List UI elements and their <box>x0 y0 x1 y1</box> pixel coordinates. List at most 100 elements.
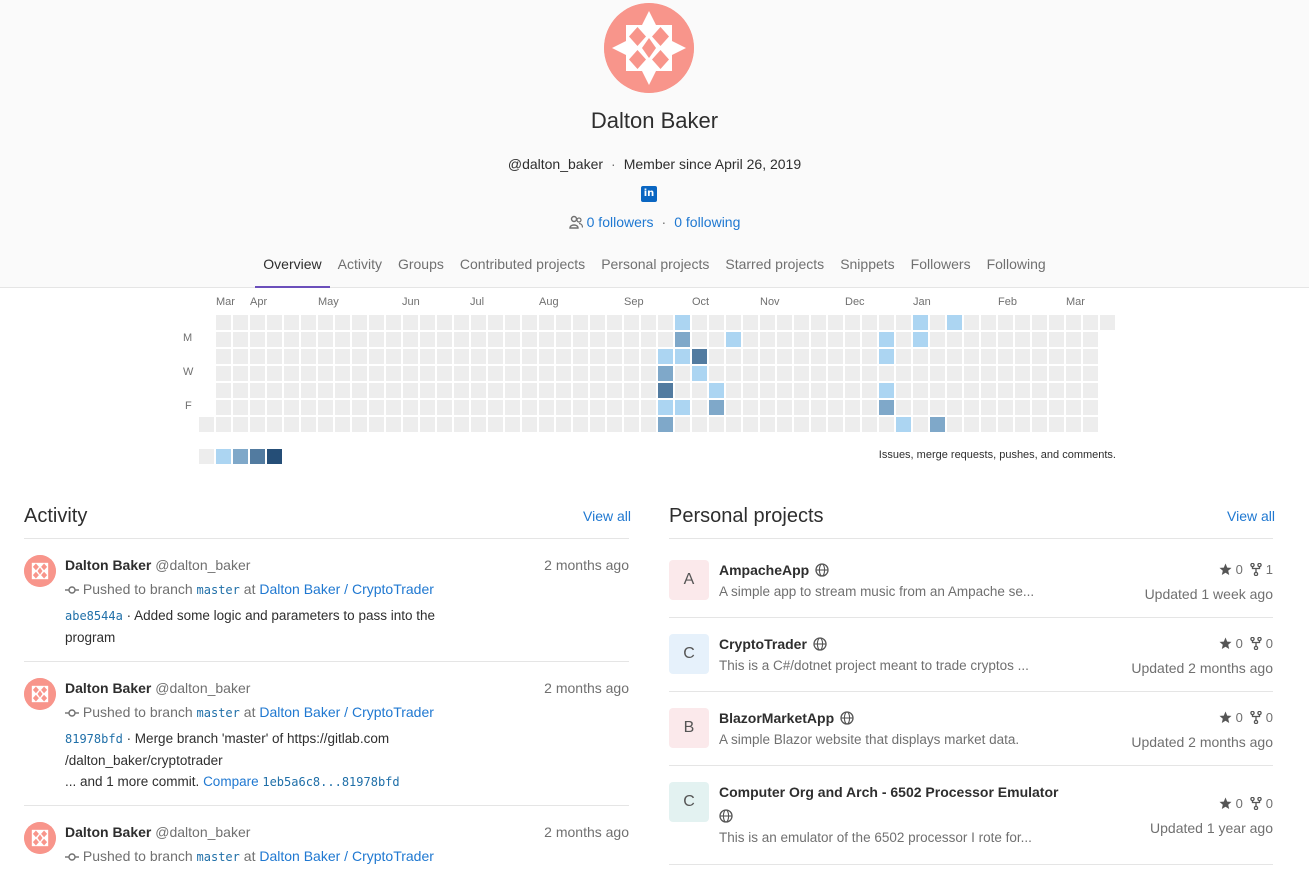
calendar-day-cell[interactable] <box>692 366 707 381</box>
calendar-day-cell[interactable] <box>607 349 622 364</box>
calendar-day-cell[interactable] <box>437 349 452 364</box>
calendar-day-cell[interactable] <box>607 366 622 381</box>
calendar-day-cell[interactable] <box>896 349 911 364</box>
calendar-day-cell[interactable] <box>709 366 724 381</box>
calendar-day-cell[interactable] <box>947 383 962 398</box>
calendar-day-cell[interactable] <box>352 383 367 398</box>
calendar-day-cell[interactable] <box>896 366 911 381</box>
calendar-day-cell[interactable] <box>301 400 316 415</box>
commit-sha-link[interactable]: abe8544a <box>65 609 123 623</box>
calendar-day-cell[interactable] <box>556 332 571 347</box>
calendar-day-cell[interactable] <box>1032 349 1047 364</box>
calendar-day-cell[interactable] <box>998 366 1013 381</box>
calendar-day-cell[interactable] <box>794 417 809 432</box>
calendar-day-cell[interactable] <box>386 417 401 432</box>
tab-starred-projects[interactable]: Starred projects <box>717 246 832 288</box>
calendar-day-cell[interactable] <box>505 332 520 347</box>
calendar-day-cell[interactable] <box>930 400 945 415</box>
tab-snippets[interactable]: Snippets <box>832 246 902 288</box>
calendar-day-cell[interactable] <box>709 383 724 398</box>
calendar-day-cell[interactable] <box>573 349 588 364</box>
calendar-day-cell[interactable] <box>590 332 605 347</box>
calendar-day-cell[interactable] <box>845 383 860 398</box>
project-link[interactable]: Dalton Baker / CryptoTrader <box>259 848 434 864</box>
tab-groups[interactable]: Groups <box>390 246 452 288</box>
calendar-day-cell[interactable] <box>794 366 809 381</box>
calendar-day-cell[interactable] <box>488 366 503 381</box>
calendar-day-cell[interactable] <box>1015 383 1030 398</box>
calendar-day-cell[interactable] <box>794 332 809 347</box>
tab-overview[interactable]: Overview <box>255 246 330 288</box>
calendar-day-cell[interactable] <box>590 315 605 330</box>
calendar-day-cell[interactable] <box>981 315 996 330</box>
calendar-day-cell[interactable] <box>743 417 758 432</box>
calendar-day-cell[interactable] <box>607 332 622 347</box>
calendar-day-cell[interactable] <box>573 332 588 347</box>
calendar-day-cell[interactable] <box>522 383 537 398</box>
calendar-day-cell[interactable] <box>1083 349 1098 364</box>
calendar-day-cell[interactable] <box>692 332 707 347</box>
calendar-day-cell[interactable] <box>267 383 282 398</box>
calendar-day-cell[interactable] <box>488 349 503 364</box>
calendar-day-cell[interactable] <box>607 400 622 415</box>
calendar-day-cell[interactable] <box>930 366 945 381</box>
calendar-day-cell[interactable] <box>913 332 928 347</box>
calendar-day-cell[interactable] <box>998 349 1013 364</box>
calendar-day-cell[interactable] <box>369 417 384 432</box>
calendar-day-cell[interactable] <box>1032 400 1047 415</box>
calendar-day-cell[interactable] <box>1015 366 1030 381</box>
calendar-day-cell[interactable] <box>658 349 673 364</box>
calendar-day-cell[interactable] <box>1032 383 1047 398</box>
calendar-day-cell[interactable] <box>1049 332 1064 347</box>
calendar-day-cell[interactable] <box>335 400 350 415</box>
calendar-day-cell[interactable] <box>556 383 571 398</box>
fork-count[interactable]: 0 <box>1266 710 1273 725</box>
calendar-day-cell[interactable] <box>386 332 401 347</box>
project-link[interactable]: Dalton Baker / CryptoTrader <box>259 704 434 720</box>
calendar-day-cell[interactable] <box>386 400 401 415</box>
calendar-day-cell[interactable] <box>913 349 928 364</box>
calendar-day-cell[interactable] <box>454 400 469 415</box>
calendar-day-cell[interactable] <box>947 417 962 432</box>
calendar-day-cell[interactable] <box>862 383 877 398</box>
calendar-day-cell[interactable] <box>539 417 554 432</box>
calendar-day-cell[interactable] <box>267 417 282 432</box>
calendar-day-cell[interactable] <box>913 400 928 415</box>
calendar-day-cell[interactable] <box>726 349 741 364</box>
calendar-day-cell[interactable] <box>658 332 673 347</box>
calendar-day-cell[interactable] <box>743 349 758 364</box>
calendar-day-cell[interactable] <box>981 349 996 364</box>
calendar-day-cell[interactable] <box>539 315 554 330</box>
calendar-day-cell[interactable] <box>590 366 605 381</box>
calendar-day-cell[interactable] <box>760 366 775 381</box>
calendar-day-cell[interactable] <box>777 400 792 415</box>
calendar-day-cell[interactable] <box>692 400 707 415</box>
calendar-day-cell[interactable] <box>777 383 792 398</box>
following-link[interactable]: 0 following <box>674 214 740 230</box>
user-avatar[interactable] <box>24 822 56 854</box>
calendar-day-cell[interactable] <box>607 383 622 398</box>
calendar-day-cell[interactable] <box>403 383 418 398</box>
calendar-day-cell[interactable] <box>879 366 894 381</box>
calendar-day-cell[interactable] <box>284 366 299 381</box>
calendar-day-cell[interactable] <box>267 332 282 347</box>
calendar-day-cell[interactable] <box>284 400 299 415</box>
calendar-day-cell[interactable] <box>420 349 435 364</box>
tab-following[interactable]: Following <box>979 246 1054 288</box>
calendar-day-cell[interactable] <box>199 417 214 432</box>
calendar-day-cell[interactable] <box>964 349 979 364</box>
calendar-day-cell[interactable] <box>658 383 673 398</box>
calendar-day-cell[interactable] <box>522 400 537 415</box>
calendar-day-cell[interactable] <box>845 366 860 381</box>
calendar-day-cell[interactable] <box>964 315 979 330</box>
calendar-day-cell[interactable] <box>675 332 690 347</box>
calendar-day-cell[interactable] <box>930 417 945 432</box>
calendar-day-cell[interactable] <box>624 366 639 381</box>
calendar-day-cell[interactable] <box>743 332 758 347</box>
calendar-day-cell[interactable] <box>488 315 503 330</box>
calendar-day-cell[interactable] <box>1032 417 1047 432</box>
calendar-day-cell[interactable] <box>284 349 299 364</box>
calendar-day-cell[interactable] <box>1083 383 1098 398</box>
calendar-day-cell[interactable] <box>454 417 469 432</box>
calendar-day-cell[interactable] <box>811 315 826 330</box>
